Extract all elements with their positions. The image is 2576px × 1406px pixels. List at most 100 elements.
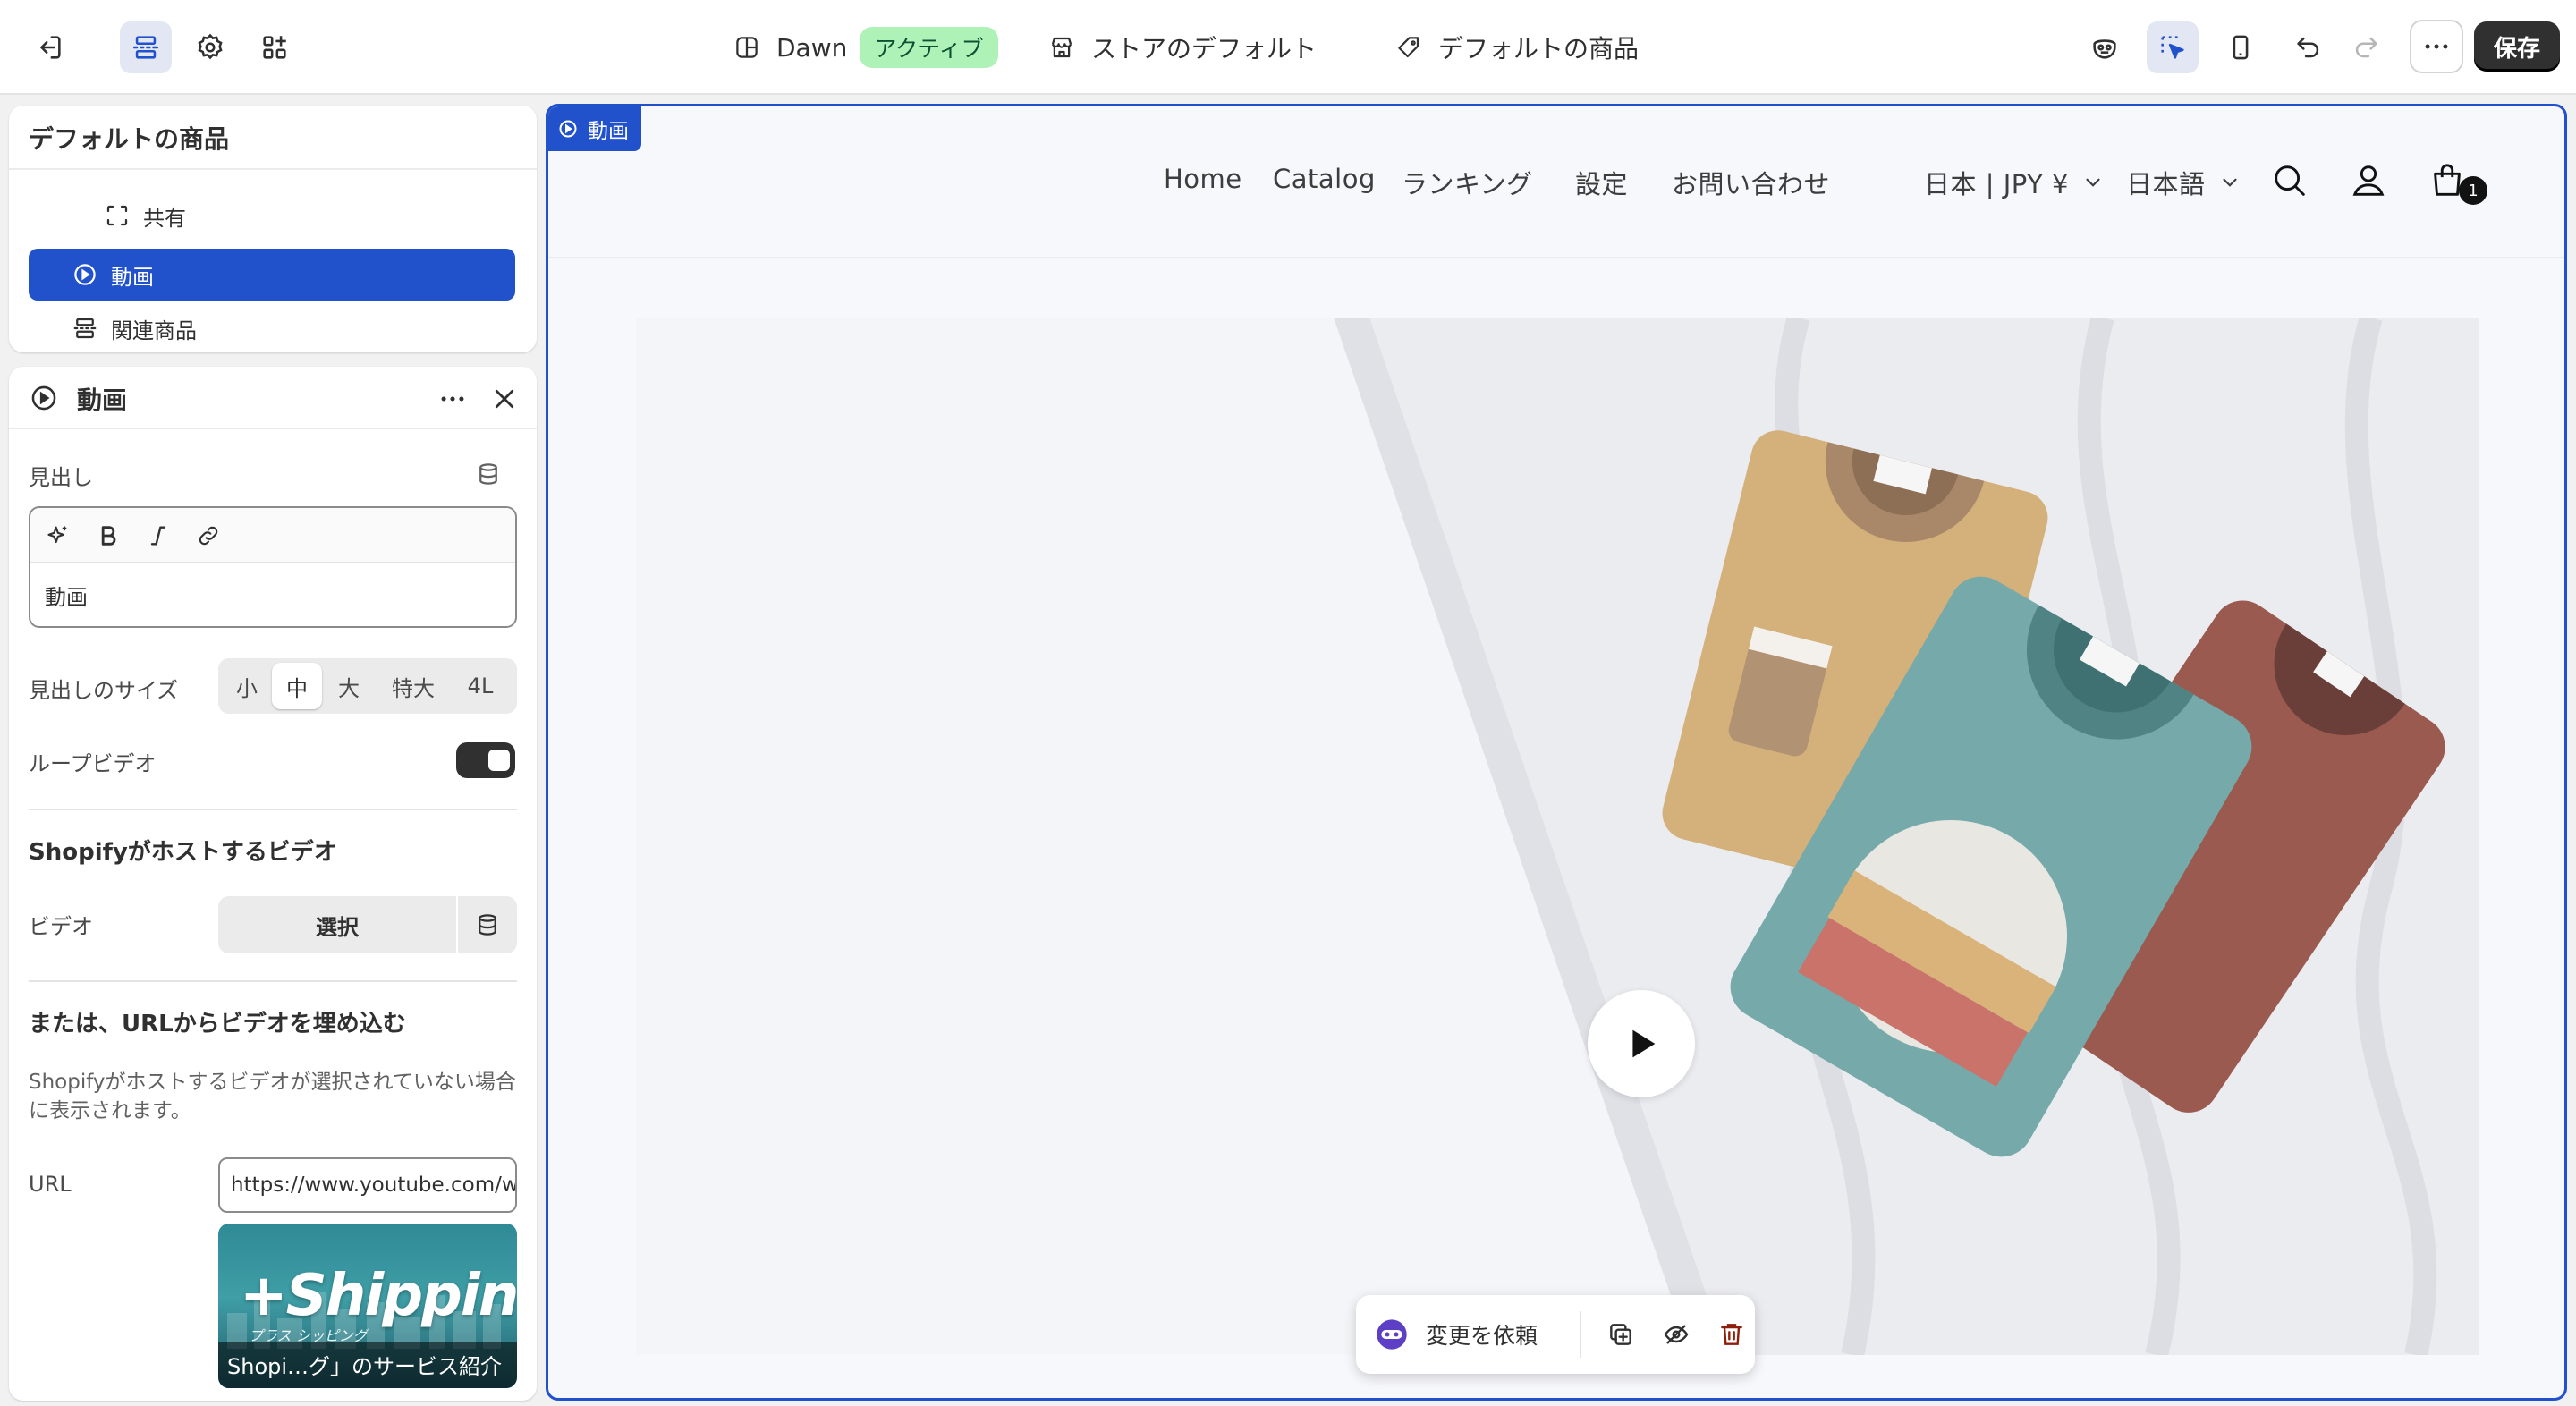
undo-icon xyxy=(2297,37,2319,58)
link-button[interactable] xyxy=(193,521,224,551)
sidekick-icon xyxy=(1377,1319,1407,1350)
tree-item-label: 共有 xyxy=(143,205,186,231)
delete-section-button[interactable] xyxy=(1712,1315,1751,1354)
heading-size-label: 見出しのサイズ xyxy=(29,678,179,703)
exit-icon xyxy=(40,36,61,59)
section-more-button[interactable] xyxy=(435,381,470,417)
eye-off-icon xyxy=(1664,1325,1689,1344)
selected-section-tag: 動画 xyxy=(548,106,641,151)
redo-icon xyxy=(2355,37,2377,58)
thumbnail-logo-text: +Shipping xyxy=(240,1263,517,1329)
heading-text-content[interactable]: 動画 xyxy=(45,580,88,611)
save-button[interactable]: 保存 xyxy=(2474,21,2560,72)
tree-divider xyxy=(9,168,537,170)
apps-icon xyxy=(263,36,286,59)
theme-name: Dawn xyxy=(776,32,848,63)
settings-header: 動画 xyxy=(9,367,537,429)
inspector-button[interactable] xyxy=(2079,21,2131,73)
store-preview-frame[interactable]: Home Catalog ランキング 設定 お問い合わせ 日本 | JPY ¥ … xyxy=(546,104,2567,1401)
inspector-icon xyxy=(2093,39,2116,59)
currency-selector[interactable]: 日本 | JPY ¥ xyxy=(1924,164,2105,201)
tree-item-video[interactable]: 動画 xyxy=(29,249,515,301)
heading-size-small[interactable]: 小 xyxy=(222,663,272,709)
loop-video-label: ループビデオ xyxy=(29,751,157,776)
more-horizontal-icon xyxy=(2425,44,2448,49)
video-dynamic-source-button[interactable] xyxy=(458,896,517,953)
theme-settings-button[interactable] xyxy=(184,21,236,73)
language-selector[interactable]: 日本語 xyxy=(2126,164,2241,201)
search-icon[interactable] xyxy=(2269,160,2310,201)
bold-icon xyxy=(101,526,116,546)
heading-size-medium[interactable]: 中 xyxy=(272,663,322,709)
settings-divider xyxy=(29,809,517,810)
nav-link-ranking[interactable]: ランキング xyxy=(1402,164,1533,201)
heading-size-4l[interactable]: 4L xyxy=(451,663,510,709)
hide-section-button[interactable] xyxy=(1657,1315,1696,1354)
heading-size-xlarge[interactable]: 特大 xyxy=(376,663,451,709)
store-header: Home Catalog ランキング 設定 お問い合わせ 日本 | JPY ¥ … xyxy=(548,106,2564,258)
duplicate-icon xyxy=(1610,1324,1631,1345)
hosted-video-heading: Shopifyがホストするビデオ xyxy=(29,839,337,866)
gear-icon xyxy=(198,33,223,60)
close-button[interactable] xyxy=(487,381,522,417)
language-label: 日本語 xyxy=(2126,169,2206,199)
embed-help-text: Shopifyがホストするビデオが選択されていない場合に表示されます。 xyxy=(29,1071,516,1122)
play-circle-icon xyxy=(31,385,56,411)
heading-rich-text-editor: 動画 xyxy=(29,506,517,628)
duplicate-section-button[interactable] xyxy=(1601,1315,1640,1354)
theme-selector[interactable]: Dawn アクティブ xyxy=(733,23,998,72)
chevron-down-icon xyxy=(2222,178,2237,187)
heading-label: 見出し xyxy=(29,465,93,490)
select-video-button[interactable]: 選択 xyxy=(218,896,456,953)
undo-button[interactable] xyxy=(2283,21,2334,73)
close-icon xyxy=(495,389,514,409)
tshirts-illustration xyxy=(636,318,2479,1355)
italic-button[interactable] xyxy=(143,521,174,551)
nav-link-settings[interactable]: 設定 xyxy=(1575,164,1628,201)
loop-video-toggle[interactable] xyxy=(456,742,515,778)
action-bar-divider xyxy=(1580,1311,1581,1358)
mobile-preview-button[interactable] xyxy=(2215,21,2267,73)
template-store-selector[interactable]: ストアのデフォルト xyxy=(1048,23,1317,72)
template-product-selector[interactable]: デフォルトの商品 xyxy=(1395,23,1639,72)
sections-icon xyxy=(132,36,159,59)
embed-video-heading: または、URLからビデオを埋め込む xyxy=(29,1011,406,1038)
request-change-button[interactable]: 変更を依頼 xyxy=(1365,1304,1572,1365)
section-icon xyxy=(73,318,97,339)
video-url-input[interactable]: https://www.youtube.com/watch xyxy=(218,1157,517,1213)
video-thumbnail: +Shipping プラス シッピング Shopi…グ」のサービス紹介 xyxy=(218,1224,517,1388)
more-actions-button[interactable] xyxy=(2410,20,2463,73)
italic-icon xyxy=(150,526,166,546)
play-button[interactable] xyxy=(1588,990,1695,1097)
database-icon xyxy=(479,463,497,485)
apps-button[interactable] xyxy=(249,21,301,73)
play-circle-icon xyxy=(559,120,577,138)
heading-size-large[interactable]: 大 xyxy=(322,663,376,709)
heading-dynamic-source-button[interactable] xyxy=(470,456,506,492)
editor-topbar: Dawn アクティブ ストアのデフォルト デフォルトの商品 保存 xyxy=(0,0,2576,95)
play-circle-icon xyxy=(74,264,96,285)
bold-button[interactable] xyxy=(93,521,123,551)
select-tool-button[interactable] xyxy=(2147,21,2199,73)
template-product-label: デフォルトの商品 xyxy=(1438,34,1640,64)
chevron-down-icon xyxy=(2086,178,2100,187)
tree-item-related-products[interactable]: 関連商品 xyxy=(29,302,515,352)
sections-button[interactable] xyxy=(120,21,172,73)
cart-count-badge: 1 xyxy=(2459,176,2487,205)
template-store-label: ストアのデフォルト xyxy=(1091,34,1318,64)
nav-link-contact[interactable]: お問い合わせ xyxy=(1672,164,1830,201)
exit-button[interactable] xyxy=(23,21,75,73)
nav-link-home[interactable]: Home xyxy=(1164,164,1242,194)
tree-item-shared[interactable]: 共有 xyxy=(29,190,515,241)
video-picker: 選択 xyxy=(218,896,517,953)
video-placeholder[interactable] xyxy=(636,318,2479,1355)
account-icon[interactable] xyxy=(2348,160,2389,201)
ai-generate-button[interactable] xyxy=(43,521,73,551)
link-icon xyxy=(199,526,218,546)
nav-link-catalog[interactable]: Catalog xyxy=(1273,164,1376,194)
redo-button[interactable] xyxy=(2340,21,2392,73)
store-icon xyxy=(1051,37,1072,58)
more-horizontal-icon xyxy=(441,396,464,402)
cursor-select-icon xyxy=(2161,36,2184,59)
thumbnail-caption: Shopi…グ」のサービス紹介 xyxy=(218,1342,517,1388)
